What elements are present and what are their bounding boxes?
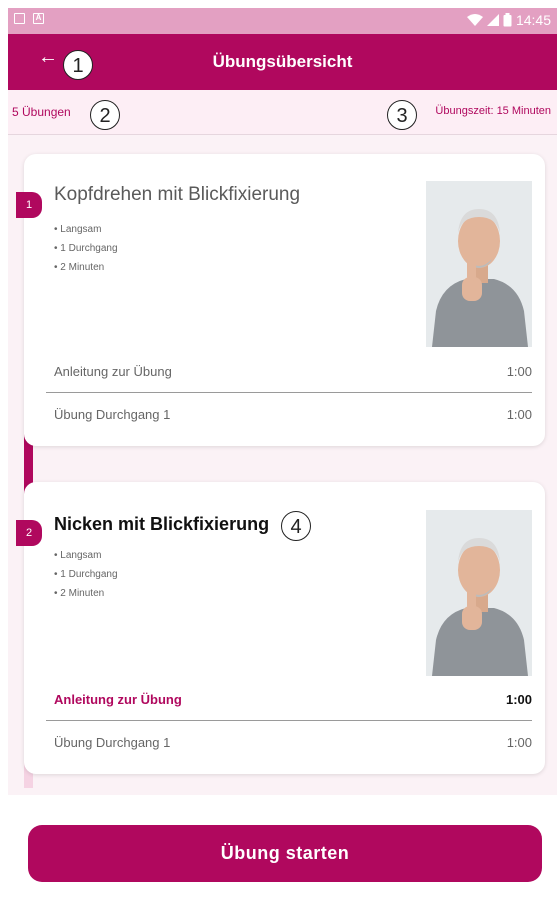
battery-icon <box>503 13 512 27</box>
callout-2: 2 <box>90 100 120 130</box>
exercise-photo <box>426 510 532 676</box>
signal-icon <box>486 14 499 26</box>
row-label: Anleitung zur Übung <box>54 364 172 379</box>
exercise-details: Langsam 1 Durchgang 2 Minuten <box>54 220 118 277</box>
row-duration: 1:00 <box>506 364 532 379</box>
exercise-details: Langsam 1 Durchgang 2 Minuten <box>54 546 118 603</box>
row-label: Übung Durchgang 1 <box>54 735 171 750</box>
exercise-count: 5 Übungen <box>12 105 71 119</box>
bottom-bar: Übung starten <box>8 795 557 897</box>
set-row[interactable]: Übung Durchgang 1 1:00 <box>54 723 532 763</box>
row-label: Anleitung zur Übung <box>54 692 182 707</box>
detail-duration: 2 Minuten <box>54 584 118 603</box>
detail-speed: Langsam <box>54 546 118 565</box>
row-divider <box>46 392 532 393</box>
exercise-title: Nicken mit Blickfixierung <box>54 514 270 534</box>
row-duration: 1:00 <box>506 735 532 750</box>
exercise-photo <box>426 181 532 347</box>
instruction-row-active[interactable]: Anleitung zur Übung 1:00 <box>54 680 532 720</box>
status-bar: A 14:45 <box>8 8 557 34</box>
image-icon <box>14 13 25 24</box>
detail-speed: Langsam <box>54 220 118 239</box>
exercise-card-1[interactable]: Kopfdrehen mit Blickfixierung Langsam 1 … <box>24 154 545 446</box>
callout-3: 3 <box>387 100 417 130</box>
detail-duration: 2 Minuten <box>54 258 118 277</box>
exercise-title: Kopfdrehen mit Blickfixierung <box>54 184 301 205</box>
instruction-row[interactable]: Anleitung zur Übung 1:00 <box>54 352 532 392</box>
status-time: 14:45 <box>515 12 551 28</box>
start-exercise-button[interactable]: Übung starten <box>28 825 542 882</box>
detail-sets: 1 Durchgang <box>54 565 117 584</box>
step-marker-1: 1 <box>16 192 42 218</box>
row-label: Übung Durchgang 1 <box>54 407 171 422</box>
detail-sets: 1 Durchgang <box>54 239 117 258</box>
callout-4: 4 <box>281 511 311 541</box>
row-duration: 1:00 <box>505 692 532 707</box>
exercise-time: Übungszeit: 15 Minuten <box>435 105 551 117</box>
set-row[interactable]: Übung Durchgang 1 1:00 <box>54 395 532 435</box>
step-marker-2: 2 <box>16 520 42 546</box>
wifi-icon <box>466 14 483 26</box>
app-screen: A 14:45 ← Übungsübersicht 1 5 Übungen Üb… <box>8 8 557 897</box>
callout-1: 1 <box>63 50 93 80</box>
row-duration: 1:00 <box>506 407 532 422</box>
row-divider <box>46 720 532 721</box>
a-icon: A <box>33 13 44 24</box>
